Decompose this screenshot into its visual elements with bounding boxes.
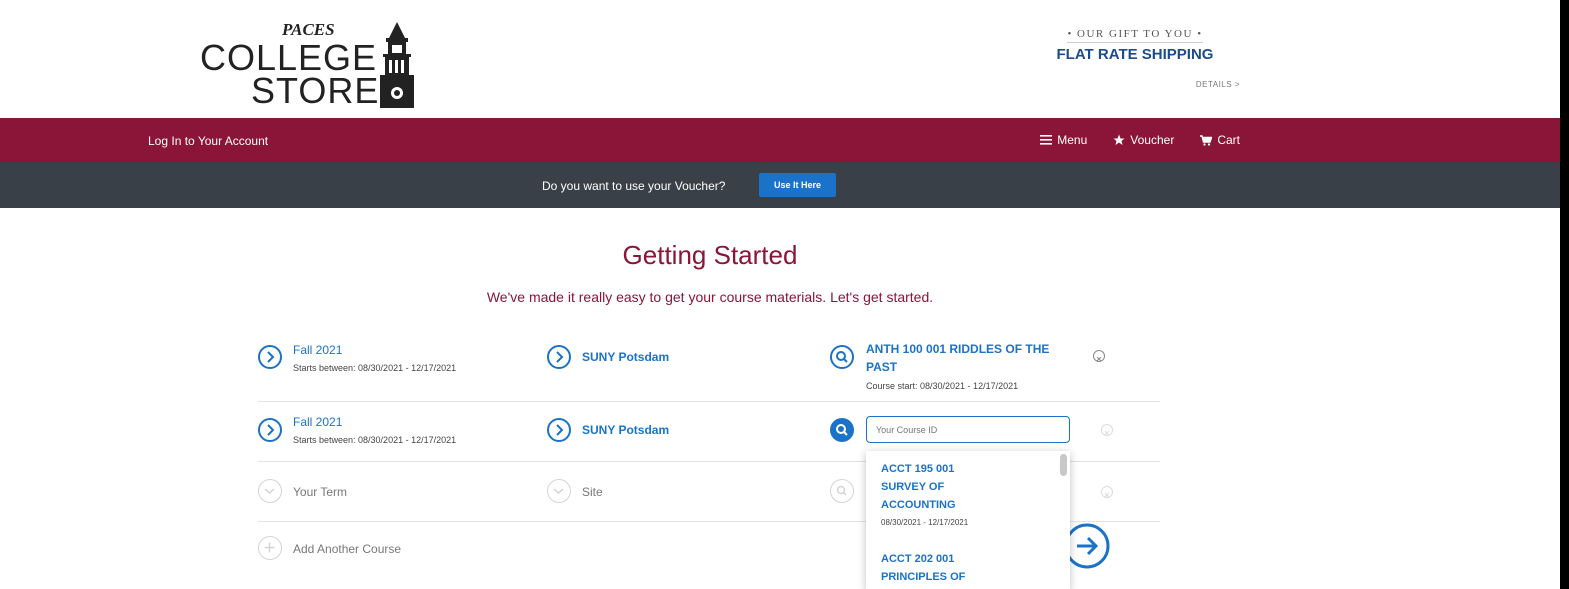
store-logo[interactable]: PACES COLLEGE STORE	[200, 18, 430, 113]
close-icon	[1104, 492, 1110, 498]
site-label[interactable]: SUNY Potsdam	[582, 423, 669, 437]
promo-details-link[interactable]: DETAILS >	[1196, 80, 1240, 89]
site-selector-button[interactable]	[547, 345, 571, 369]
shipping-promo[interactable]: • OUR GIFT TO YOU • FLAT RATE SHIPPING D…	[1030, 24, 1240, 104]
site-label[interactable]: SUNY Potsdam	[582, 350, 669, 364]
page: PACES COLLEGE STORE • OUR GIFT TO YOU •	[0, 0, 1560, 589]
close-icon	[1104, 430, 1110, 436]
add-course-label[interactable]: Add Another Course	[293, 542, 401, 556]
main-nav: Log In to Your Account Menu Voucher Cart	[0, 118, 1560, 162]
voucher-button[interactable]: Voucher	[1113, 133, 1174, 147]
course-search-button[interactable]	[830, 479, 854, 503]
course-option-line1: ACCT 202 001	[881, 553, 955, 565]
plus-icon	[264, 542, 275, 553]
course-label-line1[interactable]: ANTH 100 001 RIDDLES OF THE	[866, 342, 1049, 356]
voucher-banner: Do you want to use your Voucher? Use It …	[0, 162, 1560, 208]
site-selector-button[interactable]	[547, 418, 571, 442]
promo-tagline: • OUR GIFT TO YOU •	[1067, 28, 1203, 43]
remove-course-button[interactable]	[1101, 486, 1113, 498]
remove-course-button[interactable]	[1093, 350, 1105, 362]
promo-headline: FLAT RATE SHIPPING	[1056, 46, 1214, 63]
star-icon	[1113, 134, 1125, 145]
course-option[interactable]: ACCT 202 001 PRINCIPLES OF	[881, 550, 1051, 586]
term-placeholder[interactable]: Your Term	[293, 485, 347, 499]
chevron-right-icon	[267, 351, 275, 363]
chevron-down-icon	[264, 488, 275, 495]
course-option-line1: ACCT 195 001	[881, 463, 955, 475]
chevron-right-icon	[556, 424, 564, 436]
term-label[interactable]: Fall 2021	[293, 415, 342, 429]
term-selector-button[interactable]	[258, 345, 282, 369]
site-header: PACES COLLEGE STORE • OUR GIFT TO YOU •	[0, 0, 1560, 118]
course-search-button[interactable]	[830, 345, 854, 369]
login-link[interactable]: Log In to Your Account	[148, 134, 268, 148]
close-icon	[1096, 356, 1102, 362]
logo-store: STORE	[251, 70, 380, 111]
add-course-button[interactable]	[258, 536, 282, 560]
chevron-right-icon	[267, 424, 275, 436]
course-dates: Course start: 08/30/2021 - 12/17/2021	[866, 381, 1019, 391]
dropdown-scrollbar[interactable]	[1060, 454, 1067, 476]
remove-course-button[interactable]	[1101, 424, 1113, 436]
course-search-button[interactable]	[830, 418, 854, 442]
search-icon	[836, 351, 848, 363]
clock-tower-icon	[380, 22, 414, 108]
search-icon	[836, 424, 848, 436]
chevron-right-icon	[556, 351, 564, 363]
voucher-question: Do you want to use your Voucher?	[542, 179, 726, 193]
row-divider	[258, 401, 1160, 402]
course-option-line3: ACCOUNTING	[881, 499, 956, 511]
term-dates: Starts between: 08/30/2021 - 12/17/2021	[293, 435, 457, 445]
page-title: Getting Started	[622, 240, 798, 270]
term-selector-button[interactable]	[258, 418, 282, 442]
cart-label: Cart	[1217, 133, 1240, 147]
search-icon	[836, 485, 847, 496]
site-placeholder[interactable]: Site	[582, 485, 603, 499]
hamburger-icon	[1040, 135, 1053, 145]
term-selector-button[interactable]	[258, 479, 282, 503]
course-dropdown[interactable]: ACCT 195 001 SURVEY OF ACCOUNTING 08/30/…	[866, 451, 1070, 589]
menu-button[interactable]: Menu	[1040, 133, 1087, 147]
voucher-label: Voucher	[1130, 133, 1175, 147]
cart-icon	[1200, 134, 1213, 146]
next-arrow-button[interactable]	[1064, 523, 1110, 569]
menu-label: Menu	[1057, 133, 1088, 147]
course-option[interactable]: ACCT 195 001 SURVEY OF ACCOUNTING 08/30/…	[881, 460, 1051, 527]
site-selector-button[interactable]	[547, 479, 571, 503]
page-subtitle: We've made it really easy to get your co…	[486, 289, 934, 305]
course-option-line2: PRINCIPLES OF	[881, 571, 966, 583]
use-voucher-button[interactable]: Use It Here	[759, 173, 836, 197]
cart-button[interactable]: Cart	[1200, 133, 1240, 147]
course-option-line2: SURVEY OF	[881, 481, 945, 493]
chevron-down-icon	[553, 488, 564, 495]
course-id-input[interactable]	[866, 416, 1070, 443]
course-label-line2[interactable]: PAST	[866, 360, 897, 374]
term-label[interactable]: Fall 2021	[293, 343, 342, 357]
course-option-dates: 08/30/2021 - 12/17/2021	[881, 518, 969, 527]
term-dates: Starts between: 08/30/2021 - 12/17/2021	[293, 363, 457, 373]
nav-actions: Menu Voucher Cart	[1040, 133, 1240, 147]
